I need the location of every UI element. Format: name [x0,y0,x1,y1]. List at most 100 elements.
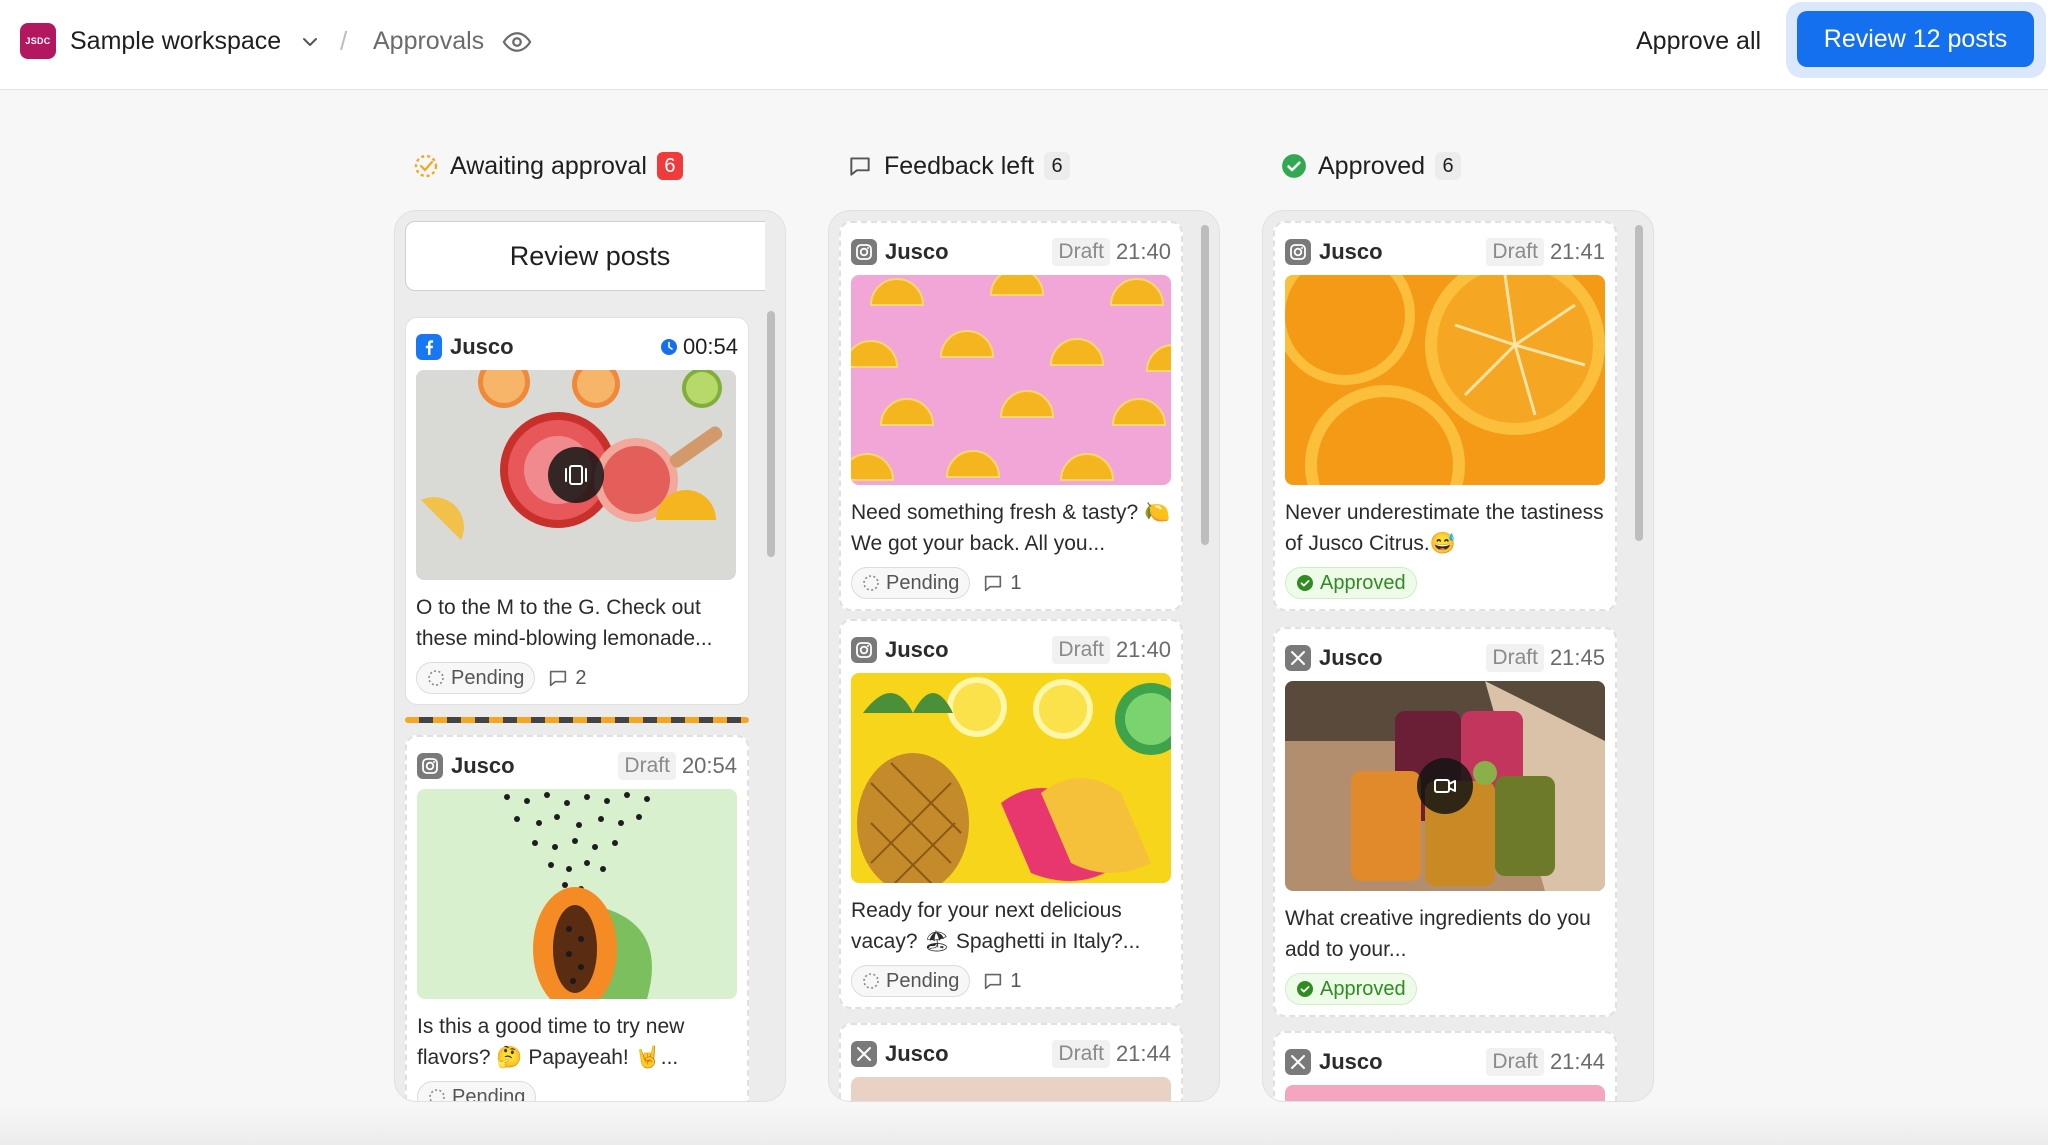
column-title: Approved [1318,151,1426,180]
pending-icon [863,973,879,989]
comment-icon [985,973,1002,990]
review-posts-button[interactable]: Review 12 posts [1797,11,2034,67]
account-name: Jusco [885,637,949,662]
post-caption: What creative ingredients do you add to … [1285,907,1591,961]
scheduled-time: 00:54 [660,334,738,360]
check-circle-icon [1297,981,1313,997]
scrollbar[interactable] [767,311,775,557]
status-badge: Pending [416,662,536,694]
workspace-logo[interactable]: JSDC [20,23,56,59]
post-card[interactable]: Jusco Draft 21:44 [839,1023,1183,1101]
status-badge: Pending [417,1081,537,1102]
x-icon [1285,645,1311,671]
check-circle-icon [1297,575,1313,591]
comment-count[interactable]: 1 [982,969,1022,993]
status-badge: Pending [851,567,971,599]
time: 20:54 [681,753,737,778]
scrollbar[interactable] [1201,225,1209,545]
chevron-down-icon[interactable] [298,30,322,54]
instagram-icon [851,637,877,663]
column-title: Feedback left [884,151,1035,180]
post-card[interactable]: Jusco Draft 21:40 Need something fresh &… [839,221,1183,611]
draft-badge: Draft [1486,644,1544,672]
comment-number: 2 [575,666,587,689]
instagram-icon [417,753,443,779]
post-caption: Never underestimate the tastiness of Jus… [1285,501,1604,555]
eye-icon[interactable] [502,27,532,57]
column-header-awaiting: Awaiting approval 6 [412,146,683,186]
approve-all-button[interactable]: Approve all [1620,18,1777,64]
post-image[interactable] [1285,1085,1605,1101]
comment-number: 1 [1010,571,1022,594]
post-card[interactable]: Jusco Draft 21:44 [1273,1031,1617,1101]
account-name: Jusco [1319,239,1383,264]
column-header-approved: Approved 6 [1280,146,1462,186]
draft-badge: Draft [1052,238,1110,266]
breadcrumb-page[interactable]: Approvals [373,24,484,58]
account-name: Jusco [1319,1049,1383,1074]
post-image[interactable] [851,275,1171,485]
post-card[interactable]: Jusco Draft 21:41 Never underestimate th… [1273,221,1617,611]
post-card[interactable]: Jusco Draft 20:54 Is this a good time to… [405,735,749,1101]
time: 00:54 [682,334,738,359]
x-icon [851,1041,877,1067]
post-caption: O to the M to the G. Check out these min… [416,596,713,650]
post-card[interactable]: Jusco 00:54 O to the M to the G. Check o… [405,317,749,705]
draft-badge: Draft [1486,1048,1544,1076]
workspace-name[interactable]: Sample workspace [70,24,281,58]
clock-icon [660,339,677,355]
instagram-icon [1285,239,1311,265]
post-card[interactable]: Jusco Draft 21:40 Ready for your next de… [839,619,1183,1009]
count-badge: 6 [1435,152,1462,180]
post-image[interactable] [1285,275,1605,485]
time: 21:41 [1549,239,1605,264]
comment-icon [550,670,567,687]
account-name: Jusco [885,1041,949,1066]
account-name: Jusco [885,239,949,264]
post-caption: Is this a good time to try new flavors? … [417,1015,685,1069]
draft-badge: Draft [1052,1040,1110,1068]
comment-count[interactable]: 1 [982,571,1022,595]
pending-icon [428,670,444,686]
post-image[interactable] [416,370,736,580]
comment-count[interactable]: 2 [547,666,587,690]
schedule-divider [405,717,749,723]
post-caption: Need something fresh & tasty? 🍋 We got y… [851,501,1171,555]
status-badge: Pending [851,965,971,997]
post-image[interactable] [851,673,1171,883]
post-caption: Ready for your next delicious vacay? 🏖 S… [851,899,1141,953]
post-card[interactable]: Jusco Draft 21:45 What creative ingredie… [1273,627,1617,1017]
column-awaiting-approval: Review posts Jusco 00:54 O to the M to t… [394,210,786,1102]
status-text: Pending [452,1085,526,1102]
column-header-feedback: Feedback left 6 [846,146,1071,186]
post-image[interactable] [851,1077,1171,1101]
draft-badge: Draft [1486,238,1544,266]
status-text: Pending [886,969,960,992]
status-text: Approved [1320,571,1406,594]
post-image[interactable] [417,789,737,999]
pending-icon [863,575,879,591]
status-badge: Approved [1285,973,1417,1005]
time: 21:44 [1115,1041,1171,1066]
pending-icon [429,1089,445,1101]
time: 21:45 [1549,645,1605,670]
time: 21:40 [1115,637,1171,662]
status-text: Approved [1320,977,1406,1000]
account-name: Jusco [451,753,515,778]
check-circle-icon [1280,152,1308,180]
comment-icon [985,575,1002,592]
draft-badge: Draft [618,752,676,780]
status-text: Pending [886,571,960,594]
draft-badge: Draft [1052,636,1110,664]
carousel-icon [548,447,604,503]
account-name: Jusco [450,334,514,359]
status-text: Pending [451,666,525,689]
comment-number: 1 [1010,969,1022,992]
video-icon [1417,758,1473,814]
clock-pending-icon [412,152,440,180]
scrollbar[interactable] [1635,225,1643,541]
post-video[interactable] [1285,681,1605,891]
column-feedback-left: Jusco Draft 21:40 Need something fresh &… [828,210,1220,1102]
review-posts-button[interactable]: Review posts [405,221,765,291]
facebook-icon [416,334,442,360]
